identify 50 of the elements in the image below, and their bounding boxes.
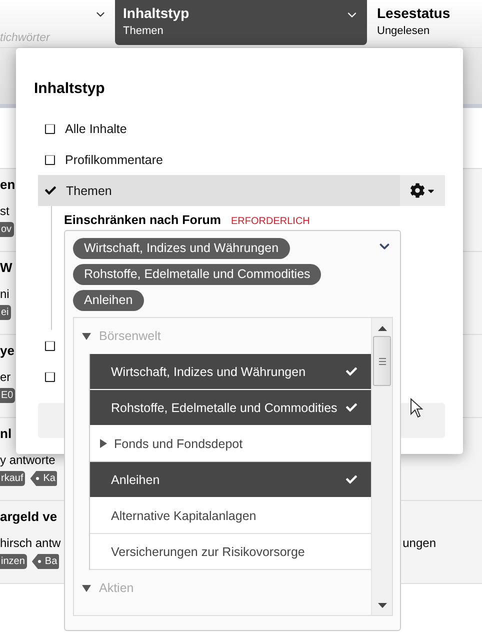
scroll-down-icon[interactable]	[378, 603, 386, 609]
check-icon	[346, 366, 357, 377]
tag[interactable]: inzen	[0, 554, 27, 569]
checkbox[interactable]	[45, 154, 55, 164]
thread-excerpt: y antworte	[0, 452, 56, 469]
thread-excerpt: st	[0, 203, 10, 220]
filter-tab[interactable]: Inhaltstyp Themen	[115, 0, 367, 45]
content-type-option[interactable]: Themen	[38, 175, 445, 206]
option-label[interactable]: Profilkommentare	[65, 152, 445, 166]
forum-option[interactable]: Anleihen	[90, 462, 371, 498]
option-label[interactable]: Alle Inhalte	[65, 122, 445, 136]
selected-chip[interactable]: Anleihen	[73, 290, 144, 311]
expand-triangle-icon[interactable]	[99, 439, 108, 448]
scrollbar[interactable]	[371, 318, 392, 615]
selected-chip[interactable]: Rohstoffe, Edelmetalle und Commodities	[73, 264, 322, 285]
gear-icon	[410, 183, 424, 198]
selected-chip[interactable]: Wirtschaft, Indizes und Währungen	[73, 238, 290, 259]
thread-title[interactable]: en	[0, 175, 16, 195]
filter-tab[interactable]: Lesestatus Ungelesen	[369, 0, 474, 45]
check-icon	[346, 474, 357, 485]
check-icon[interactable]	[45, 185, 56, 196]
checkbox[interactable]	[45, 372, 55, 382]
settings-button[interactable]	[400, 175, 445, 206]
thread-excerpt: ni	[0, 286, 10, 303]
tag[interactable]: rkauf	[0, 471, 26, 486]
checkbox[interactable]	[45, 124, 55, 134]
thread-title[interactable]: argeld ve	[0, 507, 58, 527]
thread-excerpt: hirsch antw	[0, 535, 61, 552]
thread-title[interactable]: W	[0, 258, 12, 278]
expand-triangle-icon[interactable]	[82, 584, 91, 592]
required-label: ERFORDERLICH	[230, 216, 310, 227]
thread-excerpt: er	[0, 369, 11, 386]
forum-option[interactable]: Rohstoffe, Edelmetalle und Commodities	[90, 390, 371, 426]
thread-title[interactable]: nl	[0, 424, 12, 444]
field-label: Einschränken nach Forum	[64, 213, 221, 227]
mouse-cursor-icon	[410, 398, 423, 418]
tag[interactable]: Ka	[30, 471, 58, 486]
popup-title: Inhaltstyp	[34, 80, 106, 99]
tag[interactable]: ei	[0, 305, 11, 320]
forum-option[interactable]: Wirtschaft, Indizes und Währungen	[90, 354, 371, 390]
tag[interactable]: E0	[0, 388, 16, 403]
thread-title[interactable]: ye	[0, 341, 14, 361]
check-icon	[346, 402, 357, 413]
forum-select[interactable]	[64, 230, 401, 631]
tag[interactable]: ov	[0, 222, 14, 237]
scroll-up-icon[interactable]	[378, 326, 386, 332]
tag[interactable]: Ba	[32, 554, 60, 569]
thread-excerpt: ungen	[402, 535, 436, 552]
expand-triangle-icon[interactable]	[82, 332, 91, 340]
checkbox[interactable]	[45, 340, 55, 350]
